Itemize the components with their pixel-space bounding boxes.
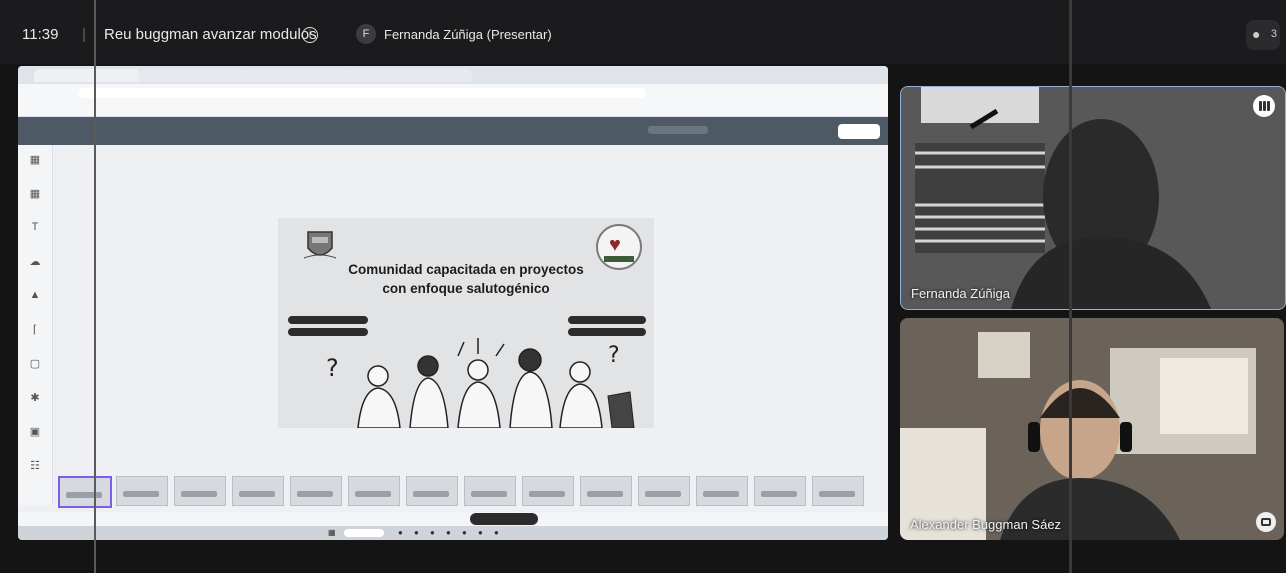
header-divider: | — [82, 26, 86, 43]
svg-text:?: ? — [326, 354, 339, 382]
editor-side-nav: ▦ ▦ T ☁ ▲ ⌈ ▢ ✱ ▣ ☷ — [18, 145, 53, 505]
presentation-slide: ♥ Comunidad capacitada en proyectos con … — [278, 218, 654, 428]
taskbar-app-icon: ● — [430, 528, 435, 537]
taskbar-app-icon: ● — [462, 528, 467, 537]
slide-thumbnail — [754, 476, 806, 506]
taskbar-app-icon: ● — [414, 528, 419, 537]
status-pill — [470, 513, 538, 525]
participant-count: 3 — [1270, 28, 1277, 40]
taskbar-app-icon: ● — [494, 528, 499, 537]
browser-address-row — [18, 84, 888, 102]
presenter-avatar: F — [356, 24, 376, 44]
audio-level-icon — [1253, 95, 1275, 117]
taskbar-app-icon: ● — [446, 528, 451, 537]
slide-pill — [568, 316, 646, 324]
video-feed — [900, 318, 1284, 540]
side-nav-item: ▣ — [29, 426, 41, 438]
divider — [1069, 0, 1072, 573]
slide-pill — [288, 328, 368, 336]
share-button — [838, 124, 880, 139]
editor-status-bar — [18, 512, 888, 526]
taskbar-app-icon: ● — [478, 528, 483, 537]
slide-thumbnail — [580, 476, 632, 506]
side-nav-item: T — [31, 221, 39, 233]
slide-thumbnail — [116, 476, 168, 506]
slide-pill — [568, 328, 646, 336]
participant-tile[interactable]: Fernanda Zúñiga — [900, 86, 1286, 310]
side-nav-item: ✱ — [30, 392, 40, 404]
side-nav-item: ☷ — [30, 460, 40, 472]
browser-tab — [138, 69, 244, 82]
slide-thumbnail — [174, 476, 226, 506]
slide-thumbnail — [290, 476, 342, 506]
slide-pill — [288, 316, 368, 324]
side-nav-item: ☁ — [29, 256, 41, 268]
slide-title-line: con enfoque salutogénico — [382, 281, 550, 296]
pin-icon[interactable] — [1256, 512, 1276, 532]
slide-thumbnail — [522, 476, 574, 506]
browser-tab — [346, 69, 472, 82]
side-nav-item: ▦ — [29, 188, 41, 200]
participant-name: Alexander Buggman Sáez — [910, 517, 1062, 532]
slide-thumbnail — [348, 476, 400, 506]
slide-thumbnail — [812, 476, 864, 506]
divider — [94, 0, 96, 573]
slide-thumbnail — [406, 476, 458, 506]
heart-icon: ♥ — [609, 234, 621, 256]
participant-tile[interactable]: Alexander Buggman Sáez — [900, 318, 1284, 540]
taskbar-app-icon: ● — [398, 528, 403, 537]
windows-start-icon: ▦ — [328, 528, 336, 537]
slide-title-line: Comunidad capacitada en proyectos — [348, 262, 584, 277]
svg-text:?: ? — [608, 343, 620, 368]
info-icon[interactable]: i — [302, 27, 318, 43]
slide-thumbnail — [58, 476, 112, 508]
slide-title: Comunidad capacitada en proyectos con en… — [278, 260, 654, 298]
side-nav-item: ⌈ — [32, 324, 38, 336]
meeting-title: Reu buggman avanzar modulos — [104, 26, 317, 43]
browser-tabs — [18, 66, 888, 84]
video-feed — [901, 87, 1285, 309]
meeting-header: 11:39 | Reu buggman avanzar modulos i F … — [0, 0, 1286, 64]
toolbar-item — [648, 126, 708, 134]
browser-tab — [34, 69, 140, 82]
participants-button[interactable]: ● 3 — [1246, 20, 1280, 50]
browser-tab — [242, 69, 348, 82]
os-taskbar: ▦ ● ● ● ● ● ● ● — [18, 526, 888, 540]
slide-thumbnail — [638, 476, 690, 506]
taskbar-search — [344, 529, 384, 537]
presenter-label: Fernanda Zúñiga (Presentar) — [384, 27, 552, 42]
people-icon: ● — [1252, 26, 1261, 42]
side-nav-item: ▲ — [29, 289, 41, 301]
participant-name: Fernanda Zúñiga — [911, 286, 1011, 301]
bookmarks-bar — [18, 102, 888, 117]
slide-thumbnails — [54, 472, 884, 512]
slide-thumbnail — [464, 476, 516, 506]
meeting-time: 11:39 — [22, 26, 59, 43]
editor-toolbar — [18, 117, 888, 145]
shared-screen: ▦ ▦ T ☁ ▲ ⌈ ▢ ✱ ▣ ☷ ♥ Comunidad capacita… — [18, 66, 888, 540]
people-illustration: ? ? — [326, 338, 635, 428]
side-nav-item: ▦ — [29, 154, 41, 166]
school-crest-icon — [303, 231, 337, 259]
side-nav-item: ▢ — [29, 358, 41, 370]
slide-thumbnail — [696, 476, 748, 506]
slide-thumbnail — [232, 476, 284, 506]
address-bar — [78, 88, 646, 98]
